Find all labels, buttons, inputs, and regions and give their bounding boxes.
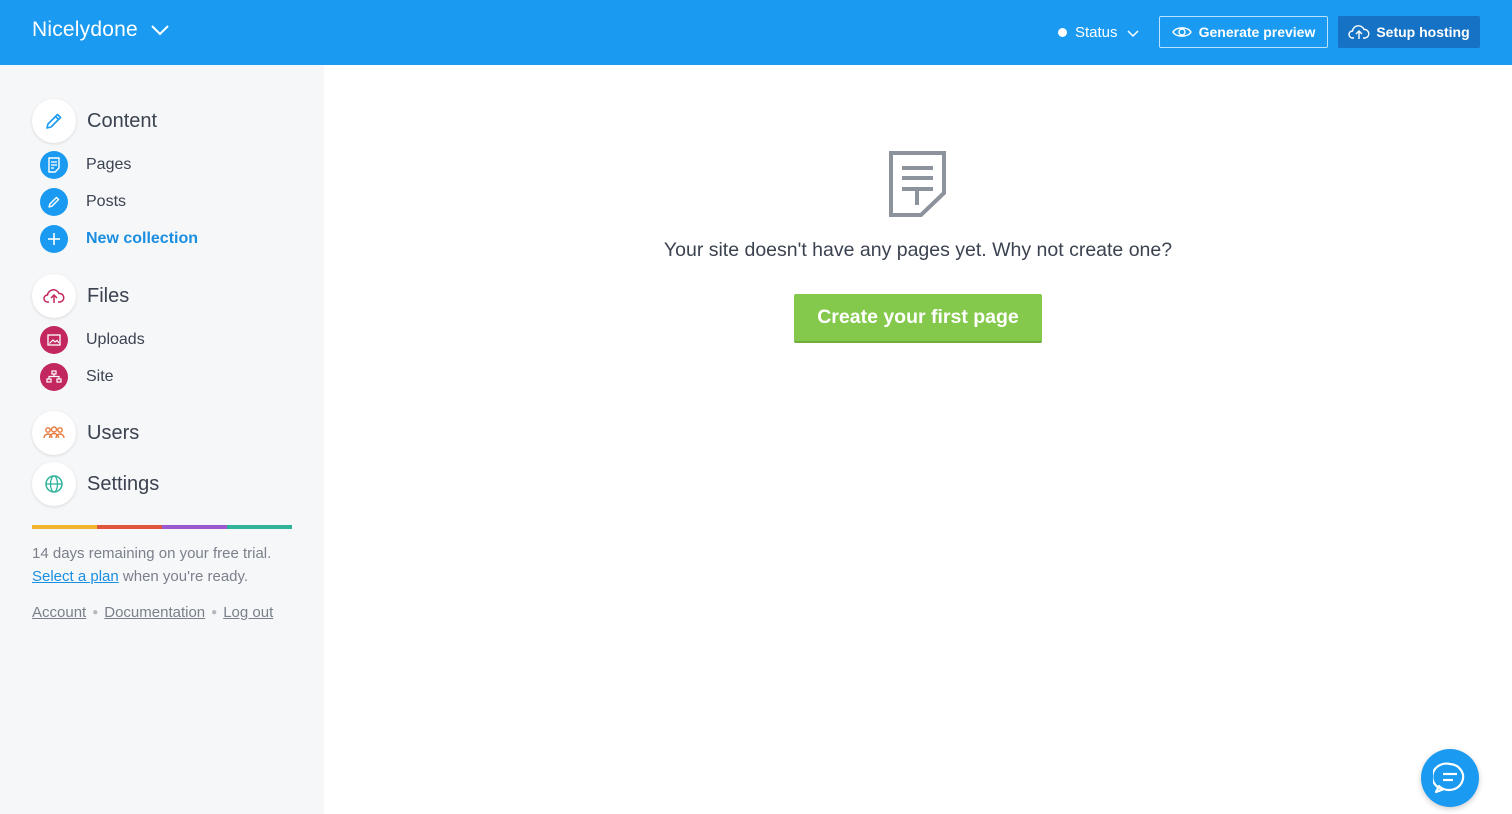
sidebar-item-posts[interactable]: Posts <box>40 188 126 216</box>
chat-icon <box>1433 762 1465 794</box>
divider-segment <box>32 525 97 529</box>
cloud-upload-icon <box>32 274 76 318</box>
sidebar-section-label: Content <box>87 109 158 132</box>
sidebar-section-files[interactable]: Files <box>32 274 129 318</box>
rainbow-divider <box>32 525 292 529</box>
site-switcher[interactable]: Nicelydone <box>32 18 170 42</box>
sidebar-item-uploads[interactable]: Uploads <box>40 326 145 354</box>
generate-preview-label: Generate preview <box>1198 24 1316 40</box>
pencil-icon <box>40 188 68 216</box>
users-icon <box>32 411 76 455</box>
select-plan-link[interactable]: Select a plan <box>32 568 119 585</box>
sidebar-item-pages[interactable]: Pages <box>40 151 131 179</box>
setup-hosting-label: Setup hosting <box>1376 24 1470 40</box>
sidebar-section-content[interactable]: Content <box>32 99 157 143</box>
sidebar-item-site[interactable]: Site <box>40 363 114 391</box>
sidebar-section-settings[interactable]: Settings <box>32 462 159 506</box>
sidebar-item-label: Posts <box>86 193 127 210</box>
page-icon <box>889 151 946 217</box>
trial-notice: 14 days remaining on your free trial. Se… <box>32 542 302 588</box>
divider-segment <box>227 525 292 529</box>
logout-link[interactable]: Log out <box>223 604 273 621</box>
globe-icon <box>32 462 76 506</box>
sidebar-section-label: Users <box>87 421 140 444</box>
sidebar-item-label: Uploads <box>86 331 145 348</box>
trial-suffix: when you're ready. <box>118 568 249 585</box>
cloud-upload-icon <box>1348 25 1370 39</box>
top-bar: Nicelydone Status Generate preview Setup… <box>0 0 1512 65</box>
documentation-link[interactable]: Documentation <box>104 604 205 621</box>
pencil-icon <box>32 99 76 143</box>
empty-state-message: Your site doesn't have any pages yet. Wh… <box>663 239 1173 261</box>
page-icon <box>40 151 68 179</box>
chevron-down-icon <box>1127 29 1139 37</box>
separator-dot: ● <box>92 607 99 618</box>
sidebar-section-users[interactable]: Users <box>32 411 139 455</box>
sidebar: Content Pages Posts New collection Files… <box>0 65 324 814</box>
status-label: Status <box>1075 24 1118 41</box>
divider-segment <box>162 525 227 529</box>
status-dropdown[interactable]: Status <box>1058 24 1139 41</box>
create-first-page-button[interactable]: Create your first page <box>794 294 1042 343</box>
status-dot-icon <box>1058 28 1067 37</box>
trial-text: 14 days remaining on your free trial. <box>32 545 272 562</box>
sidebar-item-label: New collection <box>86 230 199 247</box>
sidebar-item-new-collection[interactable]: New collection <box>40 225 198 253</box>
sidebar-section-label: Settings <box>87 472 160 495</box>
chat-button[interactable] <box>1421 749 1479 807</box>
sidebar-footer-links: Account ● Documentation ● Log out <box>32 604 273 621</box>
sidebar-item-label: Site <box>86 368 114 385</box>
setup-hosting-button[interactable]: Setup hosting <box>1338 16 1480 48</box>
site-name: Nicelydone <box>32 18 138 41</box>
separator-dot: ● <box>211 607 218 618</box>
eye-icon <box>1171 27 1192 37</box>
divider-segment <box>97 525 162 529</box>
sidebar-item-label: Pages <box>86 156 132 173</box>
image-icon <box>40 326 68 354</box>
plus-icon <box>40 225 68 253</box>
account-link[interactable]: Account <box>32 604 86 621</box>
generate-preview-button[interactable]: Generate preview <box>1159 16 1328 48</box>
chevron-down-icon <box>151 25 169 36</box>
sitemap-icon <box>40 363 68 391</box>
sidebar-section-label: Files <box>87 284 130 307</box>
